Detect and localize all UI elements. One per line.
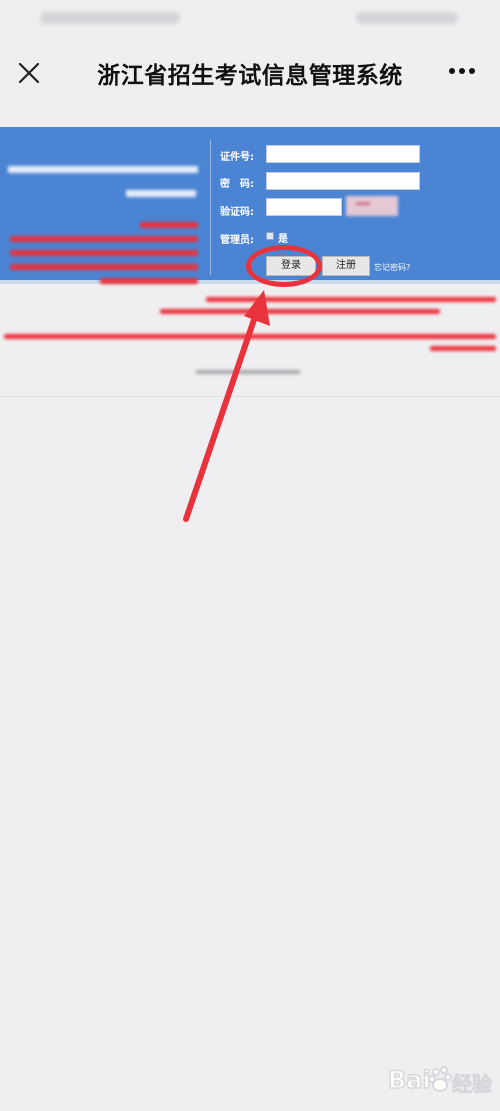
annotation-circle — [246, 245, 322, 287]
id-number-label: 证件号: — [220, 152, 254, 163]
notice-blur-5 — [100, 278, 198, 284]
more-button[interactable] — [442, 60, 482, 86]
captcha-image-text-blur: •••• — [356, 199, 371, 210]
notice-below-2 — [160, 309, 440, 314]
close-button[interactable] — [14, 58, 44, 88]
banner-bottom-strip — [0, 280, 500, 284]
captcha-label: 验证码: — [220, 207, 254, 218]
faint-divider — [0, 396, 500, 397]
banner-heading-blur-1 — [8, 166, 198, 173]
register-button[interactable]: 注册 — [322, 256, 370, 276]
banner-divider — [210, 140, 211, 275]
notice-below-1 — [206, 297, 496, 302]
svg-text:Bai: Bai — [388, 1066, 431, 1094]
notice-blur-1 — [140, 222, 198, 228]
captcha-input[interactable] — [266, 198, 342, 216]
more-icon — [449, 68, 455, 74]
notice-below-4 — [430, 346, 496, 351]
close-icon — [18, 62, 40, 84]
admin-checkbox[interactable] — [266, 232, 274, 240]
banner-heading-blur-2 — [126, 190, 196, 197]
admin-option-label: 是 — [278, 234, 288, 245]
password-label: 密 码: — [220, 179, 254, 190]
admin-label: 管理员: — [220, 235, 254, 246]
notice-below-3 — [4, 334, 496, 339]
nav-bar: 浙江省招生考试信息管理系统 — [0, 38, 500, 106]
footer-blur — [196, 370, 300, 374]
page-title: 浙江省招生考试信息管理系统 — [97, 63, 403, 89]
carrier-info-blur — [40, 12, 180, 24]
watermark-text: 经验 — [452, 1072, 493, 1097]
id-number-input[interactable] — [266, 145, 420, 163]
captcha-image[interactable] — [346, 196, 398, 216]
forgot-password-link[interactable]: 忘记密码? — [374, 262, 410, 273]
notice-blur-2 — [10, 236, 198, 242]
notice-blur-4 — [10, 264, 198, 270]
password-input[interactable] — [266, 172, 420, 190]
status-bar — [0, 0, 500, 38]
status-icons-blur — [356, 12, 458, 24]
baidu-watermark: Bai 经验 — [388, 1058, 498, 1102]
notice-blur-3 — [10, 250, 198, 256]
